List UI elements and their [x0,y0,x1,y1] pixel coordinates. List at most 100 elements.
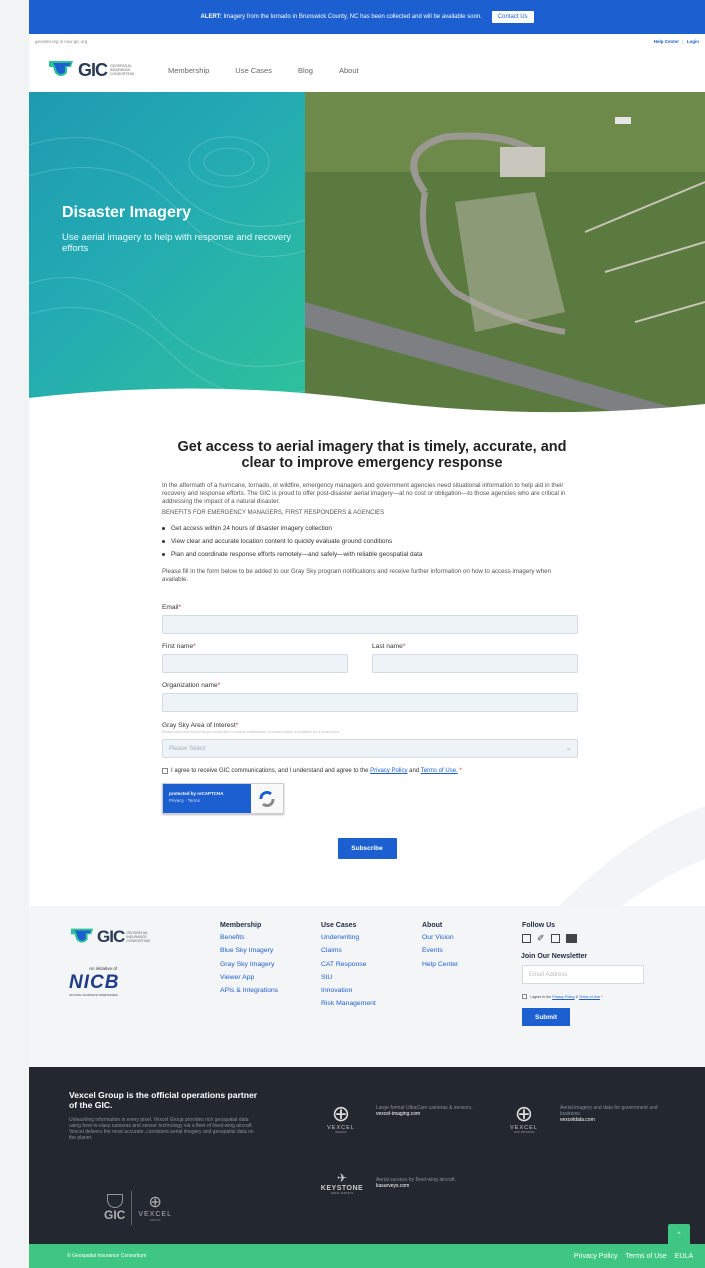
last-name-label-text: Last name [372,643,403,650]
logo-subtext: GEOSPATIAL INSURANCE CONSORTIUM [110,64,134,76]
newsletter-agree-and: & [575,994,578,999]
required-star: * [402,643,406,650]
benefits-list: Get access within 24 hours of disaster i… [162,522,578,561]
footer-about-col: About Our Vision Events Help Center [422,922,458,974]
gic-mono-word: GIC [104,1208,126,1222]
newsletter-email-input[interactable]: Email Address [522,965,644,984]
nicb-logo[interactable]: NICB [69,972,119,994]
first-name-field[interactable] [162,654,348,673]
footer-link[interactable]: Help Center [422,961,458,974]
footer-link[interactable]: CAT Response [321,961,376,974]
lockup-divider [131,1191,133,1225]
select-placeholder: Please Select [169,745,206,752]
keystone-logo[interactable]: ✈ KEYSTONE AERIAL SURVEYS [312,1171,372,1195]
footer-col-title: About [422,922,443,929]
keystone-sub: AERIAL SURVEYS [330,1192,354,1195]
footer-col-title: Use Cases [321,922,357,929]
email-label: Email* [162,604,578,611]
eula-link[interactable]: EULA [675,1253,693,1260]
topo-lines-decoration [29,136,305,398]
newsletter-privacy-link[interactable]: Privacy Policy [552,995,574,999]
vexcel-data-logo[interactable]: ⊕ VEXCEL DATA PROGRAM [504,1101,544,1135]
alert-message: ALERT: Imagery from the tornado in Bruns… [200,14,481,20]
privacy-policy-link[interactable]: Privacy Policy [370,768,407,774]
twitter-icon[interactable]: ✐ [537,934,545,943]
aerial-photo-illustration [305,92,705,417]
first-name-group: First name* [162,643,348,673]
globe-icon: ⊕ [514,1101,534,1126]
newsletter-consent-row: I agree to the Privacy Policy & Terms of… [522,994,652,999]
hero-gradient-panel [29,92,305,417]
newsletter-terms-link[interactable]: Terms of Use [579,995,600,999]
footer-link[interactable]: Innovation [321,987,376,1000]
top-utility-bar: geointel.org is now gic.org Help Center … [29,34,705,48]
copyright-text: © Geospatial Insurance Consortium [67,1253,147,1259]
footer-link[interactable]: Risk Management [321,1000,376,1013]
footer-link[interactable]: Events [422,947,458,960]
vexcel-data-link[interactable]: vexceldata.com [560,1117,670,1123]
chevron-up-icon: ^ [677,1232,681,1238]
terms-of-use-link[interactable]: Terms of Use. [421,768,458,774]
keystone-link[interactable]: kasurveys.com [376,1183,496,1189]
required-star: * [193,643,196,650]
footer-gic-logo[interactable]: GIC GEOSPATIAL INSURANCE CONSORTIUM [69,926,156,948]
nav-membership[interactable]: Membership [168,66,209,75]
partner-description: Unleashing information in every pixel. V… [69,1117,254,1141]
contact-us-button[interactable]: Contact Us [491,11,534,23]
terms-of-use-footer-link[interactable]: Terms of Use [625,1253,666,1260]
footer-link[interactable]: Our Vision [422,934,458,947]
nav-use-cases[interactable]: Use Cases [235,66,272,75]
vexcel-imaging-logo[interactable]: ⊕ VEXCEL IMAGING [321,1101,361,1135]
newsletter-agree-pre: I agree to the [530,994,552,999]
newsletter-required-star: * [601,994,603,999]
newsletter-consent-checkbox[interactable] [522,994,527,999]
last-name-field[interactable] [372,654,578,673]
consent-checkbox[interactable] [162,768,168,774]
footer-link[interactable]: Benefits [220,934,278,947]
privacy-policy-footer-link[interactable]: Privacy Policy [574,1253,618,1260]
nav-about[interactable]: About [339,66,359,75]
initiative-label: An initiative of [89,966,118,971]
aerial-tornado-photo [305,92,705,417]
recaptcha-widget[interactable]: protected by reCAPTCHA Privacy · Terms [162,783,284,814]
organization-label-text: Organization name [162,682,218,689]
footer-link[interactable]: Underwriting [321,934,376,947]
chevron-down-icon: ⌄ [565,746,571,752]
footer-link[interactable]: Gray Sky Imagery [220,961,278,974]
vexcel-data-sub: DATA PROGRAM [513,1131,535,1134]
scroll-to-top-button[interactable]: ^ [668,1224,690,1246]
organization-field[interactable] [162,693,578,712]
globe-icon: ⊕ [331,1101,351,1126]
site-footer: GIC GEOSPATIAL INSURANCE CONSORTIUM An i… [29,906,705,1067]
footer-membership-col: Membership Benefits Blue Sky Imagery Gra… [220,922,278,1000]
vexcel-imaging-link[interactable]: vexcel-imaging.com [376,1111,486,1117]
login-link[interactable]: Login [687,39,699,44]
footer-link[interactable]: APIs & Integrations [220,987,278,1000]
domain-notice: geointel.org is now gic.org [35,38,88,44]
footer-link[interactable]: SIU [321,974,376,987]
nav-blog[interactable]: Blog [298,66,313,75]
linkedin-icon[interactable] [522,934,531,943]
youtube-icon[interactable] [565,934,577,943]
globe-icon: ⊕ [148,1193,162,1211]
footer-link[interactable]: Viewer App [220,974,278,987]
recaptcha-text: protected by reCAPTCHA Privacy · Terms [163,784,251,813]
gic-mono-logo: GIC [104,1194,125,1222]
area-of-interest-select[interactable]: Please Select ⌄ [162,739,578,758]
footer-link[interactable]: Blue Sky Imagery [220,947,278,960]
nicb-subtext: NATIONAL INSURANCE CRIME BUREAU [69,994,119,997]
hero-subtitle: Use aerial imagery to help with response… [62,232,292,254]
footer-link[interactable]: Claims [321,947,376,960]
facebook-icon[interactable] [550,934,560,943]
vexcel-group-sub: GROUP [149,1217,161,1222]
gic-logo[interactable]: GIC GEOSPATIAL INSURANCE CONSORTIUM [47,59,140,81]
email-field[interactable] [162,615,578,634]
hero-title: Disaster Imagery [62,204,191,221]
subscribe-button[interactable]: Subscribe [337,838,397,859]
help-center-link[interactable]: Help Center [654,39,679,44]
partner-section: Vexcel Group is the official operations … [29,1067,705,1246]
hero-banner: Disaster Imagery Use aerial imagery to h… [29,92,705,417]
nav-menu: Membership Use Cases Blog About [168,66,359,75]
newsletter-submit-button[interactable]: Submit [522,1008,570,1026]
social-icons: ✐ [522,934,652,943]
